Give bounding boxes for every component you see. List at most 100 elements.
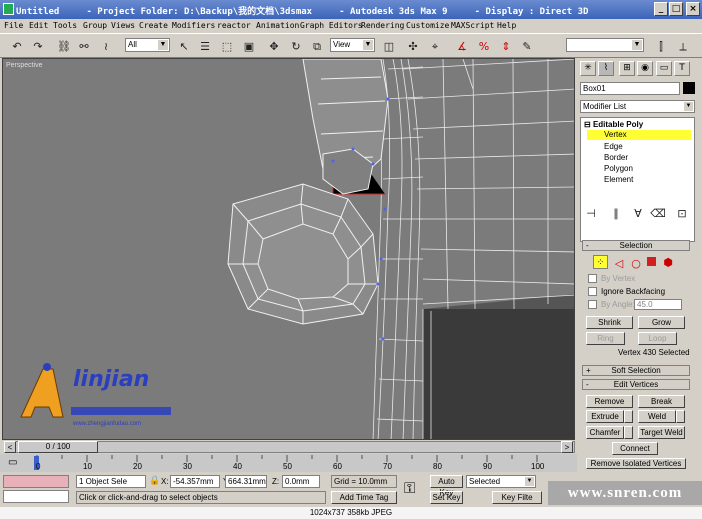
stack-item-polygon[interactable]: Polygon	[604, 164, 633, 173]
modifier-list-dropdown[interactable]: Modifier List ▼	[580, 100, 695, 113]
configure-sets-icon[interactable]: ⊡	[673, 205, 691, 222]
rotate-icon[interactable]: ↻	[287, 38, 305, 55]
add-time-tag-button[interactable]: Add Time Tag	[331, 491, 397, 504]
angle-value-field[interactable]: 45.0	[634, 299, 682, 310]
soft-selection-rollout-header[interactable]: + Soft Selection	[582, 365, 690, 376]
time-slider[interactable]: < 0 / 100 >	[0, 440, 577, 454]
connect-button[interactable]: Connect	[612, 442, 658, 455]
selection-rollout-header[interactable]: - Selection	[582, 240, 690, 251]
menu-rendering[interactable]: Rendering	[361, 21, 404, 30]
stack-item-edge[interactable]: Edge	[604, 142, 623, 151]
select-object-icon[interactable]: ↖	[175, 38, 193, 55]
selection-filter-dropdown[interactable]: All ▼	[125, 38, 170, 52]
maximize-button[interactable]: □	[669, 2, 683, 16]
perspective-viewport[interactable]: Perspective linjian www.zhengjianfudao.c…	[2, 58, 575, 440]
viewport-label[interactable]: Perspective	[6, 62, 43, 69]
pin-stack-icon[interactable]: ⊣	[582, 205, 600, 222]
pivot-center-icon[interactable]: ◫	[380, 38, 398, 55]
ignore-backfacing-checkbox[interactable]	[588, 287, 597, 296]
hierarchy-tab-icon[interactable]: ⊞	[619, 61, 635, 76]
minimize-button[interactable]: _	[654, 2, 668, 16]
key-filters-button[interactable]: Key Filte	[492, 491, 542, 504]
unlink-icon[interactable]: ⚯	[75, 38, 93, 55]
break-button[interactable]: Break	[638, 395, 685, 408]
spinner-snap-icon[interactable]: ⇕	[497, 38, 515, 55]
menu-file[interactable]: File	[4, 21, 23, 30]
mirror-icon[interactable]: ⫿	[652, 38, 670, 55]
menu-tools[interactable]: Tools	[53, 21, 77, 30]
show-end-result-icon[interactable]: ∥	[607, 205, 625, 222]
lock-selection-icon[interactable]: 🔒	[149, 475, 160, 487]
menu-modifiers[interactable]: Modifiers	[172, 21, 215, 30]
motion-tab-icon[interactable]: ◉	[637, 61, 653, 76]
select-manipulate-icon[interactable]: ✣	[404, 38, 422, 55]
redo-icon[interactable]: ↷	[29, 38, 47, 55]
bind-spacewarp-icon[interactable]: ≀	[97, 38, 115, 55]
auto-key-button[interactable]: Auto Key	[430, 475, 463, 497]
maxscript-output-mini[interactable]	[3, 490, 69, 503]
element-mode-icon[interactable]: ⬢	[659, 254, 677, 271]
weld-settings-button[interactable]	[676, 410, 685, 423]
object-color-swatch[interactable]	[683, 82, 695, 94]
rectangular-selection-icon[interactable]: ⬚	[218, 38, 236, 55]
z-coordinate-field[interactable]: 0.0mm	[282, 475, 320, 488]
menu-reactor[interactable]: reactor	[217, 21, 251, 30]
y-coordinate-field[interactable]: 664.31mm	[225, 475, 267, 488]
chamfer-button[interactable]: Chamfer	[586, 426, 624, 439]
scale-icon[interactable]: ⧉	[308, 38, 326, 55]
extrude-settings-button[interactable]	[624, 410, 633, 423]
remove-modifier-icon[interactable]: ⌫	[649, 205, 667, 222]
by-vertex-checkbox[interactable]	[588, 274, 597, 283]
x-coordinate-field[interactable]: -54.357mm	[170, 475, 220, 488]
polygon-mode-icon[interactable]	[647, 257, 656, 266]
menu-maxscript[interactable]: MAXScript	[451, 21, 494, 30]
utilities-tab-icon[interactable]: T	[674, 61, 690, 76]
menu-animation[interactable]: Animation	[256, 21, 299, 30]
stack-item-element[interactable]: Element	[604, 175, 633, 184]
object-name-field[interactable]: Box01	[580, 82, 680, 95]
stack-item-border[interactable]: Border	[604, 153, 628, 162]
shrink-button[interactable]: Shrink	[586, 316, 633, 329]
modify-tab-icon[interactable]: ⌇	[598, 61, 614, 76]
time-slider-thumb[interactable]: 0 / 100	[18, 441, 98, 453]
snap-toggle-icon[interactable]: ⌖	[426, 38, 444, 55]
move-icon[interactable]: ✥	[265, 38, 283, 55]
edit-named-selection-icon[interactable]: ✎	[518, 38, 536, 55]
select-by-name-icon[interactable]: ☰	[196, 38, 214, 55]
close-button[interactable]: ×	[686, 2, 700, 16]
set-key-button[interactable]: Set Key	[430, 491, 463, 504]
create-tab-icon[interactable]: ✳	[580, 61, 596, 76]
border-mode-icon[interactable]: ○	[627, 255, 645, 272]
chamfer-settings-button[interactable]	[624, 426, 633, 439]
track-bar[interactable]: ▭ 0 10 20 30 40 50 60 70 80 90 100	[0, 454, 577, 472]
display-tab-icon[interactable]: ▭	[656, 61, 672, 76]
menu-edit[interactable]: Edit	[29, 21, 48, 30]
edge-mode-icon[interactable]: ◁	[610, 255, 628, 272]
stack-item-vertex[interactable]: Vertex	[587, 130, 691, 140]
remove-button[interactable]: Remove	[586, 395, 633, 408]
named-selection-dropdown[interactable]: ▼	[566, 38, 644, 52]
weld-button[interactable]: Weld	[638, 410, 676, 423]
by-angle-checkbox[interactable]	[588, 300, 597, 309]
menu-views[interactable]: Views	[111, 21, 135, 30]
reference-coordinate-dropdown[interactable]: View ▼	[330, 38, 375, 52]
window-crossing-icon[interactable]: ▣	[240, 38, 258, 55]
menu-graph-editors[interactable]: Graph Editors	[300, 21, 363, 30]
align-icon[interactable]: ⟂	[674, 38, 692, 55]
menu-help[interactable]: Help	[497, 21, 516, 30]
menu-group[interactable]: Group	[83, 21, 107, 30]
menu-customize[interactable]: Customize	[406, 21, 449, 30]
key-mode-dropdown[interactable]: Selected ▼	[466, 475, 536, 488]
remove-isolated-vertices-button[interactable]: Remove Isolated Vertices	[586, 458, 686, 469]
time-next-icon[interactable]: >	[561, 441, 573, 453]
vertex-mode-icon[interactable]: ⁘	[593, 255, 608, 269]
extrude-button[interactable]: Extrude	[586, 410, 624, 423]
loop-button[interactable]: Loop	[638, 332, 677, 345]
percent-snap-icon[interactable]: %	[475, 38, 493, 55]
key-icon[interactable]: ⚿	[404, 480, 415, 497]
edit-vertices-rollout-header[interactable]: - Edit Vertices	[582, 379, 690, 390]
stack-root[interactable]: ⊟ Editable Poly	[584, 120, 643, 129]
angle-snap-icon[interactable]: ∡	[453, 38, 471, 55]
time-prev-icon[interactable]: <	[4, 441, 16, 453]
undo-icon[interactable]: ↶	[8, 38, 26, 55]
